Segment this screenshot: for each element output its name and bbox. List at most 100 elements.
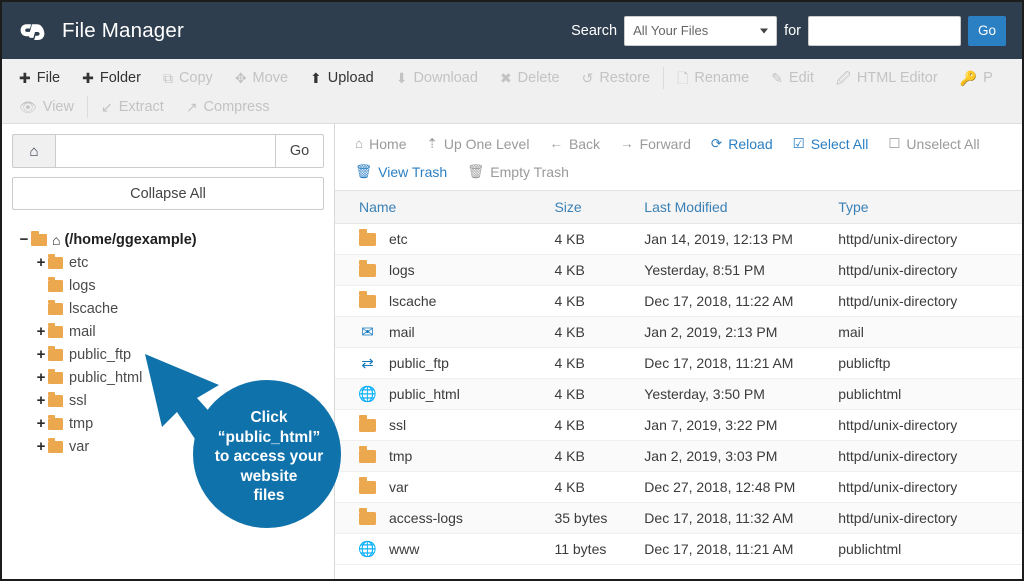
rename-button[interactable]: 🗋 Rename bbox=[666, 66, 760, 90]
tree-toggle-icon[interactable]: + bbox=[34, 369, 48, 386]
collapse-all-button[interactable]: Collapse All bbox=[12, 177, 324, 210]
cell-name[interactable]: ssl bbox=[335, 410, 554, 441]
up-level-icon: ⇡ bbox=[427, 137, 438, 151]
folder-icon bbox=[359, 233, 376, 246]
cell-name[interactable]: var bbox=[335, 472, 554, 503]
tree-node-ssl[interactable]: + ssl bbox=[12, 389, 324, 412]
column-header-name[interactable]: Name bbox=[335, 191, 554, 224]
file-name-label: logs bbox=[389, 262, 415, 278]
cell-name[interactable]: lscache bbox=[335, 286, 554, 317]
home-icon[interactable]: ⌂ bbox=[12, 134, 56, 168]
column-header-last-modified[interactable]: Last Modified bbox=[644, 191, 838, 224]
globe-icon: 🌐 bbox=[359, 387, 376, 402]
html-editor-button[interactable]: 🖉 HTML Editor bbox=[825, 66, 949, 90]
path-navigator: ⌂ Go bbox=[12, 134, 324, 168]
tree-node-lscache[interactable]: lscache bbox=[12, 297, 324, 320]
cell-name[interactable]: tmp bbox=[335, 441, 554, 472]
body: ⌂ Go Collapse All − ⌂ (/home/ggexample) … bbox=[2, 124, 1022, 581]
tree-node-public-ftp[interactable]: + public_ftp bbox=[12, 343, 324, 366]
file-icon: 🗋 bbox=[677, 71, 688, 85]
tree-node-tmp[interactable]: + tmp bbox=[12, 412, 324, 435]
column-header-type[interactable]: Type bbox=[838, 191, 1022, 224]
tree-toggle-icon[interactable]: + bbox=[34, 415, 48, 432]
extract-button[interactable]: ↙ Extract bbox=[90, 95, 175, 119]
mail-icon: ✉ bbox=[359, 325, 376, 340]
upload-button[interactable]: ⬆ Upload bbox=[299, 66, 385, 90]
nav-home-button[interactable]: ⌂ Home bbox=[345, 133, 417, 155]
path-go-button[interactable]: Go bbox=[275, 134, 324, 168]
new-file-button[interactable]: ✚ File bbox=[8, 66, 71, 90]
new-folder-button[interactable]: ✚ Folder bbox=[71, 66, 152, 90]
table-row[interactable]: access-logs35 bytesDec 17, 2018, 11:32 A… bbox=[335, 503, 1022, 534]
move-button[interactable]: ✥ Move bbox=[224, 66, 299, 90]
table-row[interactable]: var4 KBDec 27, 2018, 12:48 PMhttpd/unix-… bbox=[335, 472, 1022, 503]
nav-unselect-all-button[interactable]: ☐ Unselect All bbox=[878, 133, 989, 155]
cell-name[interactable]: ✉mail bbox=[335, 317, 554, 348]
folder-icon bbox=[359, 512, 376, 525]
table-row[interactable]: logs4 KBYesterday, 8:51 PMhttpd/unix-dir… bbox=[335, 255, 1022, 286]
cell-type: httpd/unix-directory bbox=[838, 286, 1022, 317]
restore-label: Restore bbox=[599, 70, 650, 86]
tree-toggle-icon[interactable]: + bbox=[34, 254, 48, 271]
nav-forward-button[interactable]: → Forward bbox=[610, 133, 701, 155]
folder-icon bbox=[359, 295, 376, 308]
table-row[interactable]: ⇄public_ftp4 KBDec 17, 2018, 11:21 AMpub… bbox=[335, 348, 1022, 379]
edit-button[interactable]: ✎ Edit bbox=[760, 66, 825, 90]
download-button[interactable]: ⬇ Download bbox=[385, 66, 489, 90]
file-table: Name Size Last Modified Type etc4 KBJan … bbox=[335, 191, 1022, 565]
tree-node-public-html[interactable]: + public_html bbox=[12, 366, 324, 389]
column-header-size[interactable]: Size bbox=[554, 191, 644, 224]
tree-toggle-icon[interactable]: + bbox=[34, 323, 48, 340]
compress-button[interactable]: ↗ Compress bbox=[175, 95, 281, 119]
table-row[interactable]: 🌐public_html4 KBYesterday, 3:50 PMpublic… bbox=[335, 379, 1022, 410]
cell-name[interactable]: logs bbox=[335, 255, 554, 286]
nav-back-label: Back bbox=[569, 136, 600, 152]
tree-item-label: public_html bbox=[69, 370, 142, 386]
tree-node-logs[interactable]: logs bbox=[12, 274, 324, 297]
search-go-button[interactable]: Go bbox=[968, 16, 1006, 46]
cell-type: httpd/unix-directory bbox=[838, 503, 1022, 534]
cell-name[interactable]: access-logs bbox=[335, 503, 554, 534]
tree-toggle-icon[interactable]: + bbox=[34, 346, 48, 363]
table-row[interactable]: lscache4 KBDec 17, 2018, 11:22 AMhttpd/u… bbox=[335, 286, 1022, 317]
search-label: Search bbox=[571, 23, 617, 39]
search-scope-select[interactable]: All Your Files bbox=[624, 16, 777, 46]
cell-name[interactable]: 🌐public_html bbox=[335, 379, 554, 410]
tree-toggle-icon[interactable]: + bbox=[34, 392, 48, 409]
cell-last-modified: Yesterday, 8:51 PM bbox=[644, 255, 838, 286]
nav-view-trash-button[interactable]: 🗑 View Trash bbox=[345, 161, 457, 183]
nav-empty-trash-button[interactable]: 🗑 Empty Trash bbox=[457, 161, 579, 183]
tree-node-etc[interactable]: + etc bbox=[12, 251, 324, 274]
cell-last-modified: Dec 17, 2018, 11:22 AM bbox=[644, 286, 838, 317]
nav-up-one-level-button[interactable]: ⇡ Up One Level bbox=[417, 133, 540, 155]
path-input[interactable] bbox=[56, 134, 275, 168]
tree-node-mail[interactable]: + mail bbox=[12, 320, 324, 343]
nav-reload-button[interactable]: ⟳ Reload bbox=[701, 133, 783, 155]
view-button[interactable]: 👁 View bbox=[8, 95, 85, 119]
tree-item-label: ssl bbox=[69, 393, 87, 409]
restore-button[interactable]: ↺ Restore bbox=[571, 66, 662, 90]
table-row[interactable]: 🌐www11 bytesDec 17, 2018, 11:21 AMpublic… bbox=[335, 534, 1022, 565]
cell-name[interactable]: etc bbox=[335, 224, 554, 255]
table-row[interactable]: tmp4 KBJan 2, 2019, 3:03 PMhttpd/unix-di… bbox=[335, 441, 1022, 472]
nav-reload-label: Reload bbox=[728, 136, 772, 152]
copy-button[interactable]: ⧉ Copy bbox=[152, 66, 224, 90]
tree-toggle-icon[interactable]: + bbox=[34, 438, 48, 455]
search-input[interactable] bbox=[808, 16, 961, 46]
table-row[interactable]: etc4 KBJan 14, 2019, 12:13 PMhttpd/unix-… bbox=[335, 224, 1022, 255]
tree-toggle-icon[interactable]: − bbox=[17, 231, 31, 248]
cell-name[interactable]: 🌐www bbox=[335, 534, 554, 565]
tree-node-root[interactable]: − ⌂ (/home/ggexample) bbox=[12, 228, 324, 251]
view-label: View bbox=[43, 99, 74, 115]
table-row[interactable]: ✉mail4 KBJan 2, 2019, 2:13 PMmail bbox=[335, 317, 1022, 348]
nav-select-all-button[interactable]: ☑ Select All bbox=[783, 133, 879, 155]
permissions-button[interactable]: 🔑 P bbox=[949, 66, 1004, 90]
file-name-label: tmp bbox=[389, 448, 412, 464]
table-row[interactable]: ssl4 KBJan 7, 2019, 3:22 PMhttpd/unix-di… bbox=[335, 410, 1022, 441]
tree-node-var[interactable]: + var bbox=[12, 435, 324, 458]
delete-button[interactable]: ✖ Delete bbox=[489, 66, 571, 90]
cell-name[interactable]: ⇄public_ftp bbox=[335, 348, 554, 379]
nav-back-button[interactable]: ← Back bbox=[539, 133, 610, 155]
cell-size: 4 KB bbox=[554, 441, 644, 472]
cell-size: 35 bytes bbox=[554, 503, 644, 534]
